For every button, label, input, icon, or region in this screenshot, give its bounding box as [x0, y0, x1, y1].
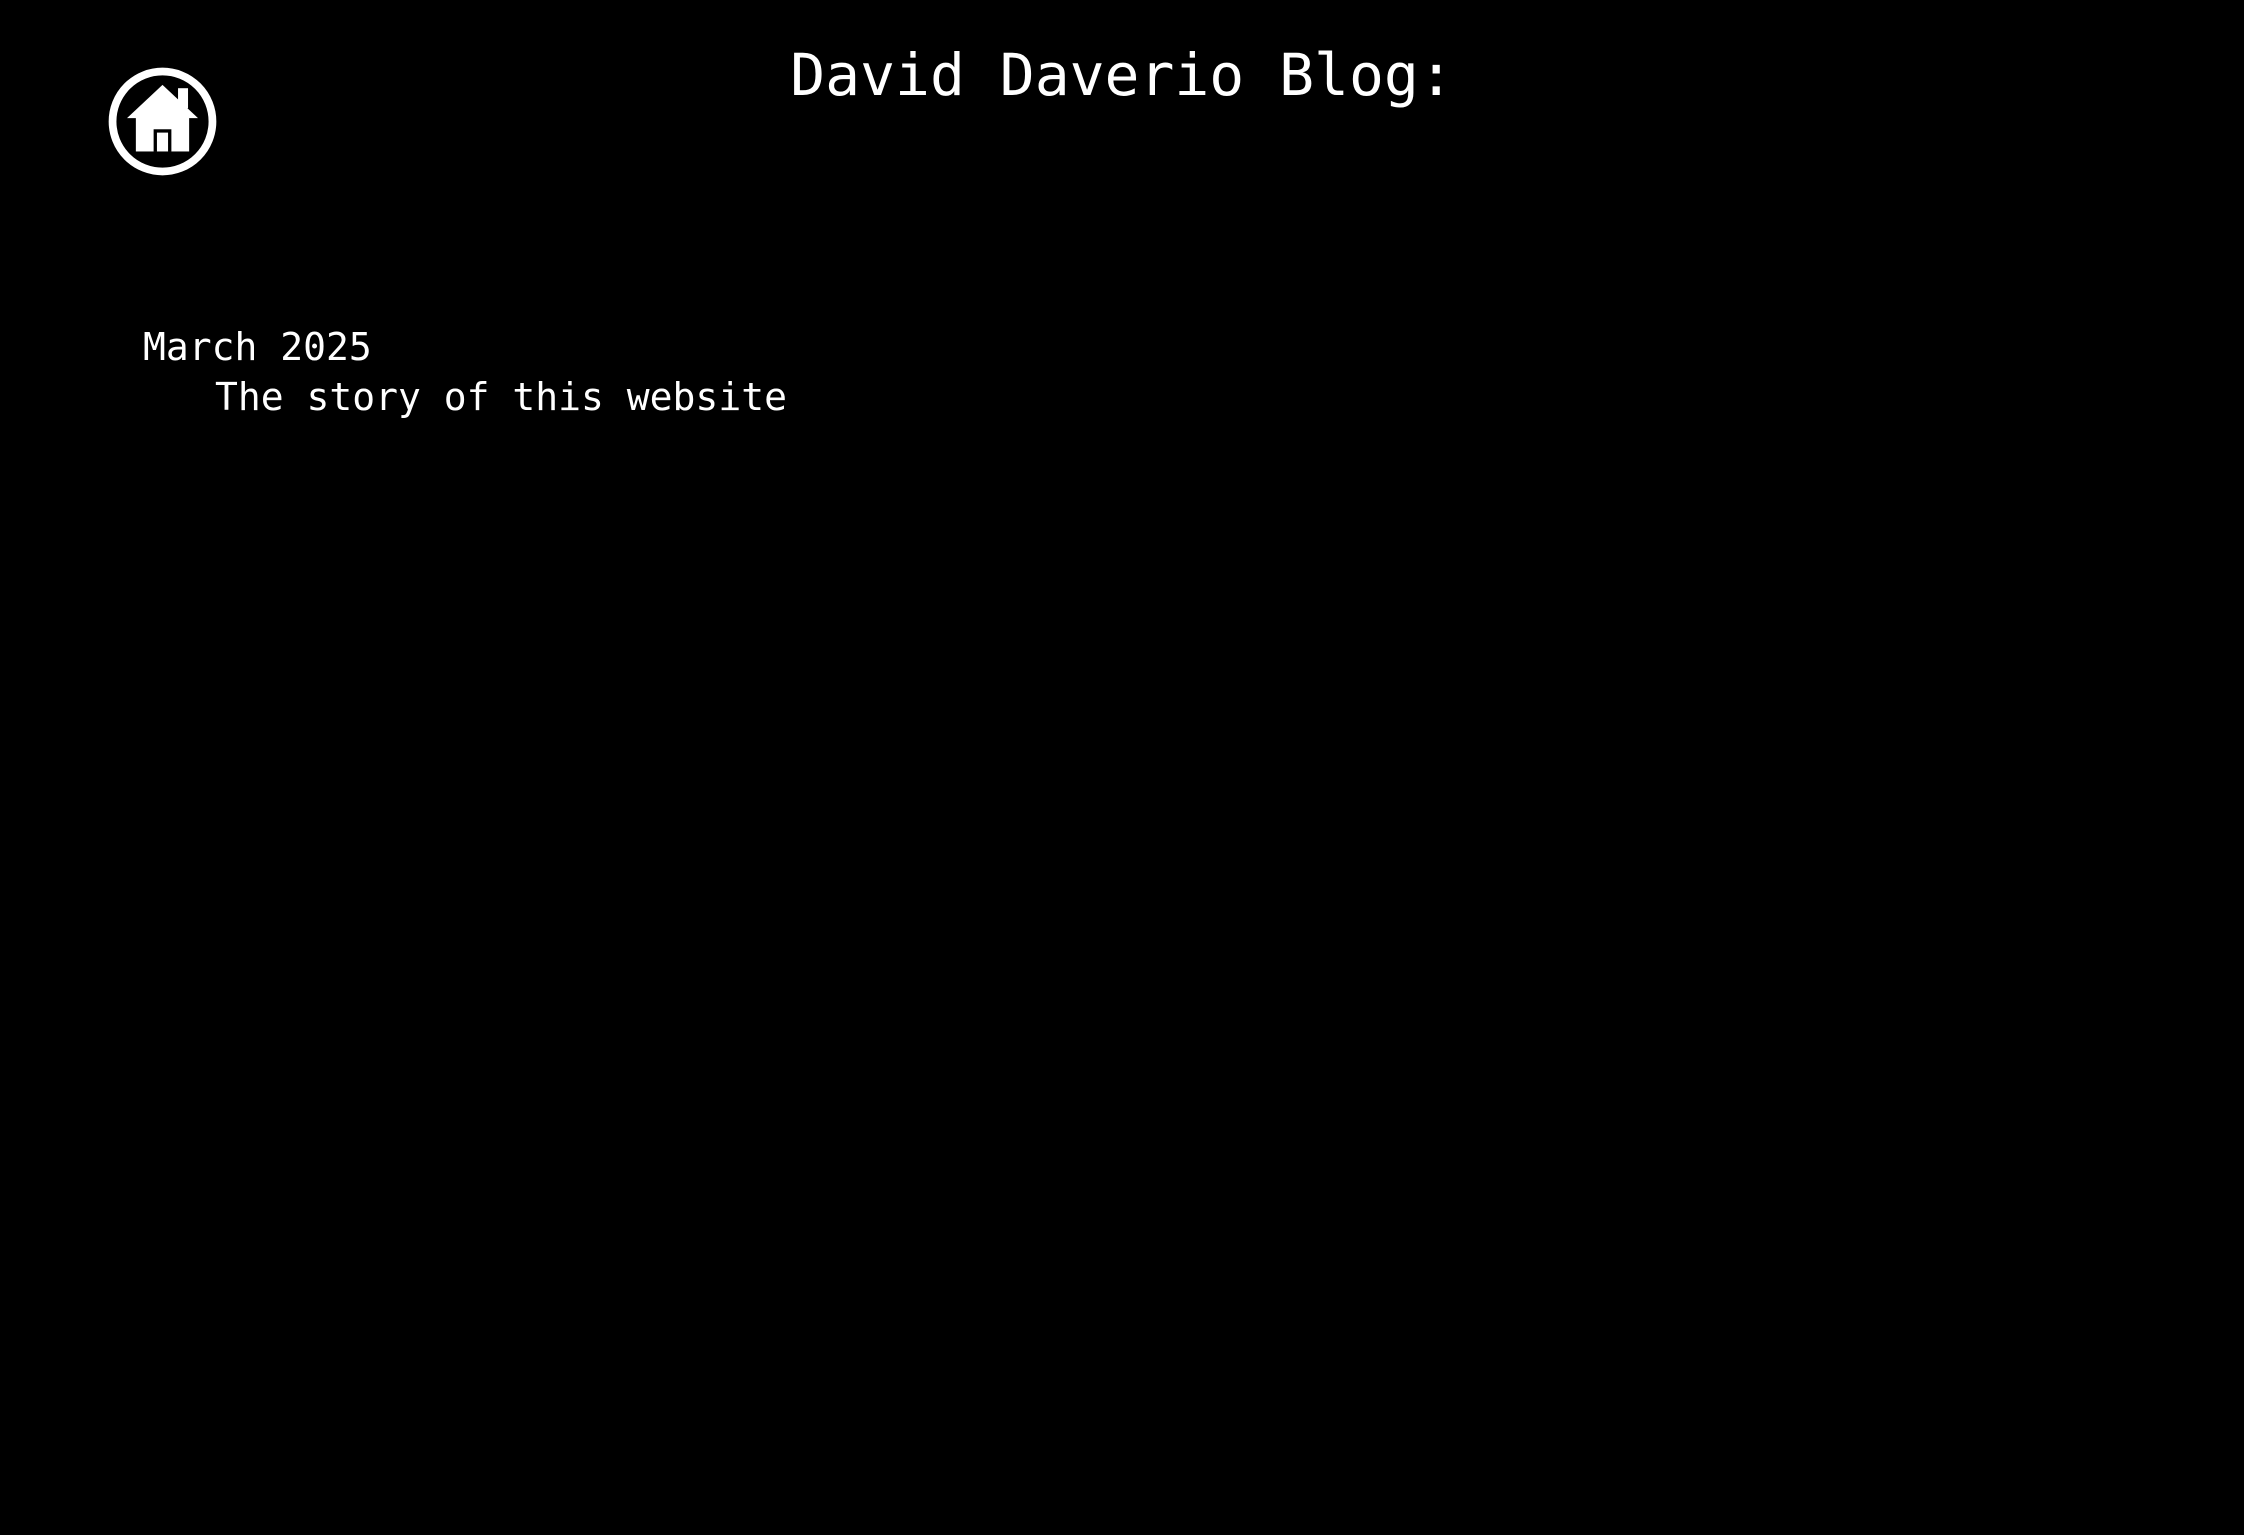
page-title: David Daverio Blog:	[790, 41, 1454, 109]
post-list: The story of this website	[143, 372, 787, 422]
month-label: March 2025	[143, 325, 372, 369]
post-archive: March 2025 The story of this website	[143, 322, 787, 422]
month-group: March 2025 The story of this website	[143, 322, 787, 422]
list-item: The story of this website	[215, 372, 787, 422]
post-link[interactable]: The story of this website	[215, 372, 787, 422]
